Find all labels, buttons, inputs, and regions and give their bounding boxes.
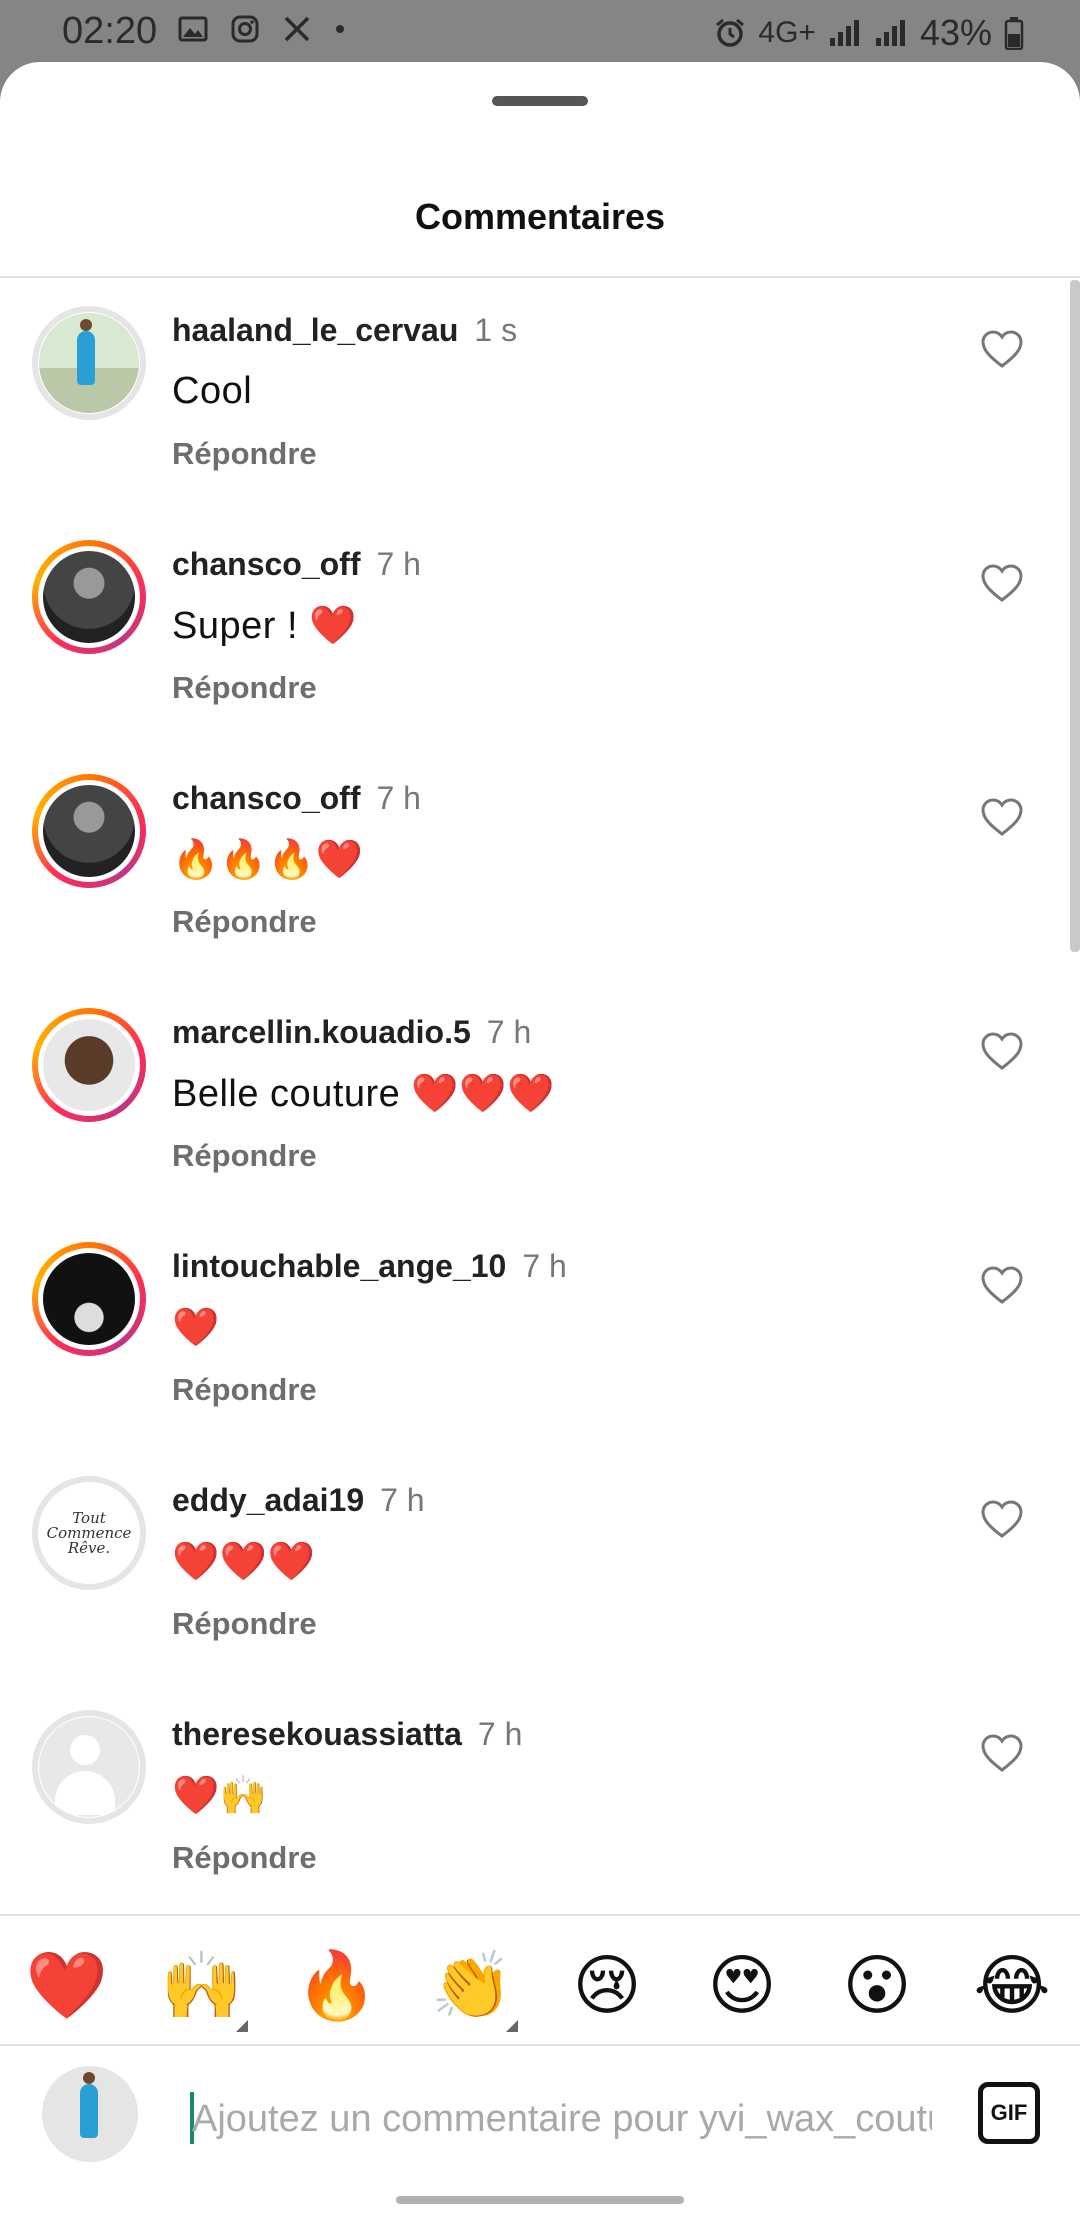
gif-button[interactable]: GIF	[978, 2082, 1040, 2144]
reaction-crying[interactable]: 😢	[562, 1940, 652, 2030]
reaction-surprised[interactable]: 😮	[832, 1940, 922, 2030]
comment-item: chansco_off 7 h 🔥🔥🔥❤️ Répondre	[0, 746, 1080, 980]
username[interactable]: eddy_adai19	[172, 1482, 364, 1518]
comment-text: ❤️	[172, 1307, 220, 1349]
reaction-heart-eyes[interactable]: 😍	[697, 1940, 787, 2030]
comment-header: lintouchable_ange_10 7 h	[172, 1248, 567, 1285]
system-icons: 4G+ 43%	[714, 12, 1024, 54]
heart-icon[interactable]	[980, 1498, 1024, 1542]
alarm-icon	[716, 18, 745, 47]
x-icon	[284, 16, 310, 42]
reaction-clapping-hands[interactable]: 👏	[427, 1940, 517, 2030]
avatar-logo-text: Tout Commence Rêve.	[39, 1483, 139, 1583]
username[interactable]: chansco_off	[172, 546, 360, 582]
comment-text: Belle couture ❤️❤️❤️	[172, 1073, 555, 1115]
heart-icon[interactable]	[980, 1264, 1024, 1308]
reply-button[interactable]: Répondre	[172, 1606, 317, 1642]
avatar[interactable]: Tout Commence Rêve.	[32, 1476, 146, 1590]
comment-time: 7 h	[522, 1248, 567, 1284]
comment-input[interactable]	[192, 2084, 932, 2154]
comment-header: chansco_off 7 h	[172, 546, 421, 583]
reaction-raising-hands[interactable]: 🙌	[157, 1940, 247, 2030]
quick-reactions-bar: ❤️ 🙌 🔥 👏 😢 😍 😮 😂	[0, 1914, 1080, 2046]
comment-text: Cool	[172, 370, 253, 412]
comment-header: haaland_le_cervau 1 s	[172, 312, 517, 349]
username[interactable]: lintouchable_ange_10	[172, 1248, 506, 1284]
variant-indicator-icon	[506, 2020, 518, 2032]
dot-icon	[336, 25, 344, 33]
reply-button[interactable]: Répondre	[172, 1138, 317, 1174]
comment-item: theresekouassiatta 7 h ❤️🙌 Répondre	[0, 1682, 1080, 1916]
comments-sheet: Commentaires haaland_le_cervau 1 s Cool R…	[0, 62, 1080, 2220]
username[interactable]: theresekouassiatta	[172, 1716, 462, 1752]
avatar[interactable]	[32, 774, 146, 888]
status-bar: 02:20 4G+ 43%	[0, 0, 1080, 62]
comment-list: haaland_le_cervau 1 s Cool Répondre chans…	[0, 278, 1080, 1916]
comment-time: 7 h	[376, 780, 421, 816]
reply-button[interactable]: Répondre	[172, 904, 317, 940]
signal-icon	[875, 20, 905, 46]
heart-icon[interactable]	[980, 562, 1024, 606]
network-type: 4G+	[758, 16, 816, 49]
comment-item: chansco_off 7 h Super ! ❤️ Répondre	[0, 512, 1080, 746]
username[interactable]: haaland_le_cervau	[172, 312, 458, 348]
avatar[interactable]	[32, 306, 146, 420]
comment-composer: GIF	[0, 2044, 1080, 2220]
variant-indicator-icon	[236, 2020, 248, 2032]
avatar[interactable]	[32, 1710, 146, 1824]
drag-handle[interactable]	[492, 96, 588, 106]
comment-time: 7 h	[376, 546, 421, 582]
comment-header: eddy_adai19 7 h	[172, 1482, 425, 1519]
comment-header: marcellin.kouadio.5 7 h	[172, 1014, 531, 1051]
heart-icon[interactable]	[980, 328, 1024, 372]
avatar[interactable]	[32, 1008, 146, 1122]
comment-item: lintouchable_ange_10 7 h ❤️ Répondre	[0, 1214, 1080, 1448]
comment-text: ❤️🙌	[172, 1775, 268, 1817]
reaction-heart[interactable]: ❤️	[22, 1940, 112, 2030]
signal-icon	[829, 20, 859, 46]
comment-time: 7 h	[380, 1482, 425, 1518]
username[interactable]: chansco_off	[172, 780, 360, 816]
avatar	[42, 2066, 138, 2162]
username[interactable]: marcellin.kouadio.5	[172, 1014, 471, 1050]
comment-item: Tout Commence Rêve. eddy_adai19 7 h ❤️❤️❤…	[0, 1448, 1080, 1682]
avatar[interactable]	[32, 540, 146, 654]
comment-time: 7 h	[486, 1014, 532, 1050]
battery-percent: 43%	[919, 12, 992, 53]
heart-icon[interactable]	[980, 1030, 1024, 1074]
reaction-laughing[interactable]: 😂	[967, 1940, 1057, 2030]
avatar[interactable]	[32, 1242, 146, 1356]
image-icon	[178, 16, 208, 42]
comment-header: chansco_off 7 h	[172, 780, 421, 817]
comment-header: theresekouassiatta 7 h	[172, 1716, 522, 1753]
reply-button[interactable]: Répondre	[172, 1840, 317, 1876]
gesture-nav-bar[interactable]	[396, 2196, 684, 2204]
heart-icon[interactable]	[980, 796, 1024, 840]
reply-button[interactable]: Répondre	[172, 1372, 317, 1408]
battery-icon	[1004, 17, 1024, 50]
comment-time: 7 h	[477, 1716, 523, 1752]
notification-icons	[178, 14, 346, 44]
comment-item: haaland_le_cervau 1 s Cool Répondre	[0, 278, 1080, 512]
comment-text: Super ! ❤️	[172, 605, 357, 647]
comment-text: ❤️❤️❤️	[172, 1541, 316, 1583]
status-time: 02:20	[62, 10, 158, 52]
heart-icon[interactable]	[980, 1732, 1024, 1776]
comment-text: 🔥🔥🔥❤️	[172, 839, 364, 881]
reply-button[interactable]: Répondre	[172, 436, 317, 472]
comment-item: marcellin.kouadio.5 7 h Belle couture ❤️❤…	[0, 980, 1080, 1214]
sheet-title: Commentaires	[414, 196, 666, 237]
reply-button[interactable]: Répondre	[172, 670, 317, 706]
comment-time: 1 s	[474, 312, 518, 348]
reaction-fire[interactable]: 🔥	[292, 1940, 382, 2030]
instagram-icon	[231, 15, 259, 43]
